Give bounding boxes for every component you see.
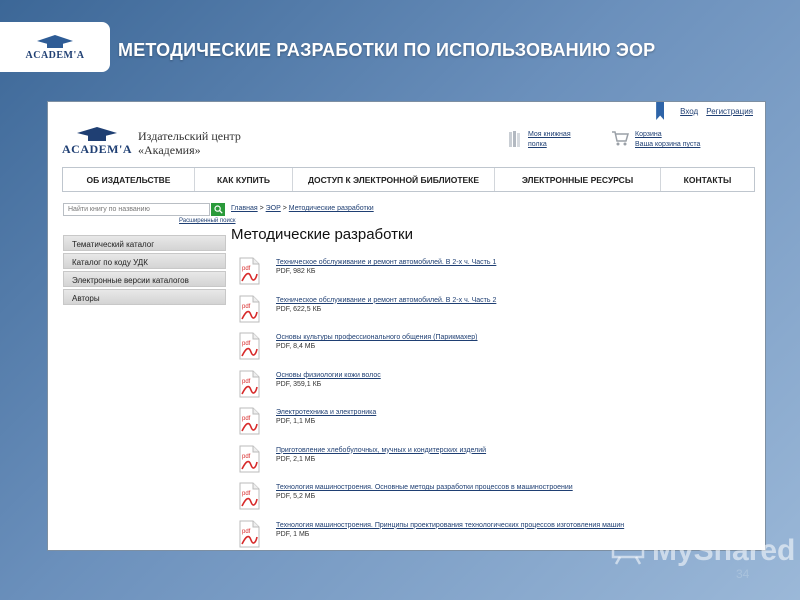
pdf-file-icon: pdf: [239, 295, 260, 323]
nav-electronic-resources[interactable]: ЭЛЕКТРОННЫЕ РЕСУРСЫ: [495, 168, 661, 191]
nav-library-access[interactable]: ДОСТУП К ЭЛЕКТРОННОЙ БИБЛИОТЕКЕ: [293, 168, 495, 191]
website-screenshot: ACADEM'A Издательский центр «Академия» В…: [47, 101, 766, 551]
publisher-line2: «Академия»: [138, 143, 201, 157]
pdf-label: pdf: [242, 341, 251, 347]
pdf-file-icon: pdf: [239, 482, 260, 510]
list-item[interactable]: pdf Основы физиологии кожи волос PDF, 359,…: [239, 370, 659, 408]
search-button[interactable]: [211, 203, 225, 216]
document-link[interactable]: Приготовление хлебобулочных, мучных и ко…: [276, 447, 486, 454]
document-file-info: PDF, 1 МБ: [276, 530, 310, 538]
list-item[interactable]: pdf Технология машиностроения. Принципы п…: [239, 520, 659, 551]
cart-icon: [612, 131, 629, 146]
pdf-label: pdf: [242, 266, 251, 272]
document-file-info: PDF, 622,5 КБ: [276, 305, 322, 313]
pdf-file-icon: pdf: [239, 407, 260, 435]
site-logo[interactable]: ACADEM'A: [62, 126, 132, 157]
list-item[interactable]: pdf Основы культуры профессионального общ…: [239, 332, 659, 370]
bookshelf-link[interactable]: Моя книжная полка: [508, 130, 571, 150]
pdf-file-icon: pdf: [239, 445, 260, 473]
search-icon: [213, 205, 223, 214]
document-link[interactable]: Технология машиностроения. Принципы прое…: [276, 522, 624, 529]
cart-link[interactable]: Корзина Ваша корзина пуста: [611, 130, 700, 150]
nav-about[interactable]: ОБ ИЗДАТЕЛЬСТВЕ: [63, 168, 195, 191]
pdf-file-icon: pdf: [239, 520, 260, 548]
pdf-label: pdf: [242, 379, 251, 385]
account-links: Вход Регистрация: [656, 102, 753, 120]
document-link[interactable]: Электротехника и электроника: [276, 409, 376, 416]
sidebar-item-udc-catalog[interactable]: Каталог по коду УДК: [63, 253, 226, 269]
bookshelf-icon: [509, 131, 520, 147]
pdf-label: pdf: [242, 416, 251, 422]
pdf-file-icon: pdf: [239, 257, 260, 285]
pdf-label: pdf: [242, 454, 251, 460]
document-link[interactable]: Основы физиологии кожи волос: [276, 372, 381, 379]
breadcrumb-sep: >: [257, 205, 266, 212]
pdf-label: pdf: [242, 491, 251, 497]
document-file-info: PDF, 359,1 КБ: [276, 380, 322, 388]
pdf-label: pdf: [242, 529, 251, 535]
publisher-name: Издательский центр «Академия»: [138, 129, 241, 157]
graduation-cap-icon: [37, 34, 73, 48]
breadcrumb-eor[interactable]: ЭОР: [266, 205, 281, 212]
breadcrumb-sep: >: [280, 205, 289, 212]
pdf-file-icon: pdf: [239, 370, 260, 398]
sidebar-item-electronic-catalogs[interactable]: Электронные версии каталогов: [63, 271, 226, 287]
document-link[interactable]: Технология машиностроения. Основные мето…: [276, 484, 573, 491]
breadcrumb-home[interactable]: Главная: [231, 205, 258, 212]
document-link[interactable]: Техническое обслуживание и ремонт автомо…: [276, 259, 496, 266]
sidebar-item-authors[interactable]: Авторы: [63, 289, 226, 305]
advanced-search-link[interactable]: Расширенный поиск: [179, 218, 236, 224]
list-item[interactable]: pdf Техническое обслуживание и ремонт авт…: [239, 257, 659, 295]
site-logo-text: ACADEM'A: [62, 142, 132, 156]
document-file-info: PDF, 8,4 МБ: [276, 343, 316, 350]
slide-logo: ACADEM'A: [0, 22, 110, 72]
breadcrumb: Главная > ЭОР > Методические разработки: [231, 205, 374, 212]
list-item[interactable]: pdf Техническое обслуживание и ремонт авт…: [239, 295, 659, 333]
page-title: Методические разработки: [231, 226, 413, 243]
list-item[interactable]: pdf Приготовление хлебобулочных, мучных и…: [239, 445, 659, 483]
sidebar-item-thematic-catalog[interactable]: Тематический каталог: [63, 235, 226, 251]
publisher-line1: Издательский центр: [138, 129, 241, 143]
document-link[interactable]: Основы культуры профессионального общени…: [276, 334, 478, 341]
login-link[interactable]: Вход: [680, 107, 698, 116]
document-file-info: PDF, 5,2 МБ: [276, 493, 316, 500]
register-link[interactable]: Регистрация: [706, 107, 753, 116]
search-input[interactable]: Найти книгу по названию: [63, 203, 210, 216]
shelf-line2: полка: [528, 141, 547, 148]
document-link[interactable]: Техническое обслуживание и ремонт автомо…: [276, 297, 496, 304]
document-list: pdf Техническое обслуживание и ремонт авт…: [239, 257, 659, 551]
watermark: MyShared: [610, 534, 795, 568]
cart-line2: Ваша корзина пуста: [635, 141, 701, 148]
breadcrumb-current[interactable]: Методические разработки: [289, 205, 374, 212]
document-file-info: PDF, 982 КБ: [276, 268, 316, 275]
sidebar-menu: Тематический каталог Каталог по коду УДК…: [63, 235, 226, 307]
main-navigation: ОБ ИЗДАТЕЛЬСТВЕ КАК КУПИТЬ ДОСТУП К ЭЛЕК…: [62, 167, 755, 192]
list-item[interactable]: pdf Электротехника и электроника PDF, 1,1 …: [239, 407, 659, 445]
slide-logo-text: ACADEM'A: [25, 49, 85, 61]
shelf-line1: Моя книжная: [528, 131, 571, 138]
slide-page-number: 34: [736, 567, 750, 581]
cart-line1: Корзина: [635, 131, 662, 138]
document-file-info: PDF, 1,1 МБ: [276, 418, 316, 425]
list-item[interactable]: pdf Технология машиностроения. Основные м…: [239, 482, 659, 520]
nav-how-to-buy[interactable]: КАК КУПИТЬ: [195, 168, 293, 191]
graduation-cap-icon: [77, 127, 117, 141]
nav-contacts[interactable]: КОНТАКТЫ: [661, 168, 754, 191]
watermark-text: MyShared: [652, 534, 796, 567]
pdf-file-icon: pdf: [239, 332, 260, 360]
pdf-label: pdf: [242, 304, 251, 310]
slide-title: МЕТОДИЧЕСКИЕ РАЗРАБОТКИ ПО ИСПОЛЬЗОВАНИЮ…: [118, 40, 656, 60]
presentation-board-icon: [611, 538, 645, 565]
bookmark-icon: [656, 102, 665, 120]
document-file-info: PDF, 2,1 МБ: [276, 455, 316, 463]
